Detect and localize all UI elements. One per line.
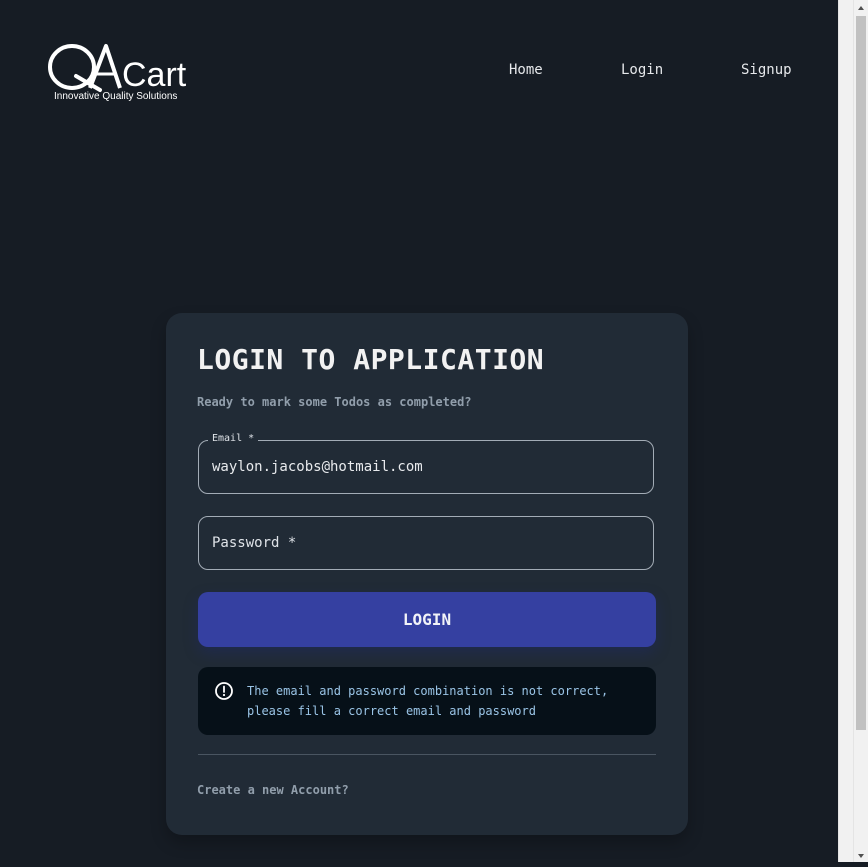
email-field: Email *: [198, 433, 654, 494]
scrollbar-thumb[interactable]: [856, 16, 866, 730]
login-subtitle: Ready to mark some Todos as completed?: [197, 395, 472, 409]
page-scrollbar[interactable]: [853, 0, 868, 862]
vertical-scrollbar[interactable]: [838, 0, 853, 862]
scroll-down-arrow-icon[interactable]: [854, 848, 868, 862]
password-field: Password *: [198, 516, 654, 570]
page: Cart Innovative Quality Solutions Home L…: [0, 0, 853, 862]
nav-link-login[interactable]: Login: [621, 62, 663, 78]
header: Cart Innovative Quality Solutions Home L…: [0, 0, 853, 140]
nav-link-signup[interactable]: Signup: [741, 62, 792, 78]
divider: [198, 754, 656, 755]
nav-link-home[interactable]: Home: [509, 62, 543, 78]
login-button[interactable]: LOGIN: [198, 592, 656, 647]
top-nav: Home Login Signup: [0, 62, 853, 82]
error-outline-icon: [214, 681, 234, 701]
email-input[interactable]: [199, 441, 653, 493]
login-card: LOGIN TO APPLICATION Ready to mark some …: [166, 313, 688, 835]
error-message: The email and password combination is no…: [247, 684, 609, 718]
error-alert: The email and password combination is no…: [198, 667, 656, 735]
create-account-link[interactable]: Create a new Account?: [197, 783, 349, 797]
svg-text:Innovative Quality Solutions: Innovative Quality Solutions: [54, 91, 177, 102]
password-input[interactable]: [199, 517, 653, 569]
login-title: LOGIN TO APPLICATION: [197, 343, 545, 376]
scroll-up-arrow-icon[interactable]: [854, 0, 868, 14]
